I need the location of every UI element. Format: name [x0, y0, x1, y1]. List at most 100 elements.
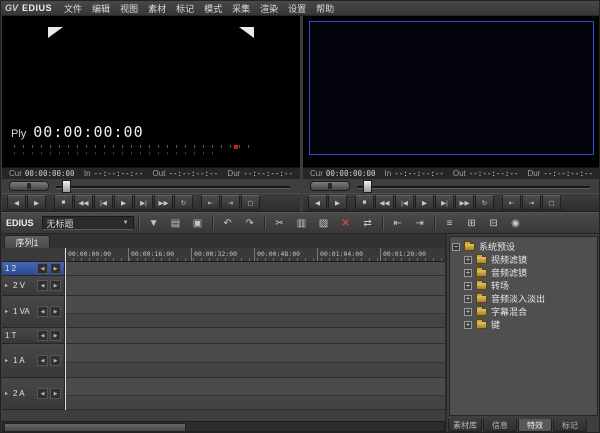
menu-clip[interactable]: 素材	[143, 2, 171, 15]
zoom-in-button[interactable]: ⊞	[462, 214, 482, 232]
tree-item-audio-fade[interactable]: + 音频淡入淡出	[452, 292, 595, 305]
tab-marker[interactable]: 标记	[553, 419, 587, 432]
track-header-selected[interactable]: 1 2 ◀ ▶	[2, 262, 65, 276]
loop-play-button[interactable]: ↻	[475, 195, 494, 210]
new-sequence-button[interactable]: ▤	[166, 214, 186, 232]
track-right-icon[interactable]: ▶	[50, 306, 61, 317]
capture-button[interactable]: ◉	[506, 214, 526, 232]
recorder-slider-handle[interactable]	[363, 180, 372, 193]
stop-button[interactable]: ■	[355, 195, 374, 210]
expand-icon[interactable]: +	[464, 269, 472, 277]
set-out-point-button[interactable]: ⇥	[410, 214, 430, 232]
track-header-1a[interactable]: ▸ 1 A ◀ ▶	[2, 344, 65, 378]
track-left-icon[interactable]: ◀	[37, 306, 48, 317]
copy-button[interactable]: ▥	[292, 214, 312, 232]
player-slider-handle[interactable]	[62, 180, 71, 193]
track-left-icon[interactable]: ◀	[37, 355, 48, 366]
track-left-icon[interactable]: ◀	[37, 263, 48, 274]
track-right-icon[interactable]: ▶	[50, 263, 61, 274]
track-expander-icon[interactable]: ▸	[5, 390, 11, 397]
expand-icon[interactable]: +	[464, 308, 472, 316]
tree-item-audio-filters[interactable]: + 音频滤镜	[452, 266, 595, 279]
timeline-track-lane[interactable]	[65, 276, 445, 296]
mode-select-button[interactable]: ≡	[440, 214, 460, 232]
scrollbar-thumb[interactable]	[4, 423, 186, 432]
recorder-shuttle-control[interactable]	[310, 181, 350, 191]
timeline-track-lane[interactable]	[65, 378, 445, 410]
tree-item-key[interactable]: + 键	[452, 318, 595, 331]
full-screen-button[interactable]: ▢	[542, 195, 561, 210]
paste-button[interactable]: ▨	[314, 214, 334, 232]
mark-in-button[interactable]: ◀	[7, 195, 26, 210]
collapse-icon[interactable]: −	[452, 243, 460, 251]
menu-help[interactable]: 帮助	[311, 2, 339, 15]
recorder-position-slider[interactable]	[357, 186, 590, 189]
track-left-icon[interactable]: ◀	[37, 280, 48, 291]
expand-icon[interactable]: +	[464, 256, 472, 264]
redo-button[interactable]: ↷	[240, 214, 260, 232]
loop-play-button[interactable]: ↻	[174, 195, 193, 210]
timeline-track-lane[interactable]	[65, 344, 445, 378]
player-shuttle-control[interactable]	[9, 181, 49, 191]
tab-info[interactable]: 信息	[483, 419, 517, 432]
mark-in-button[interactable]: ◀	[308, 195, 327, 210]
save-project-button[interactable]: ▣	[188, 214, 208, 232]
expand-icon[interactable]: +	[464, 295, 472, 303]
menu-edit[interactable]: 编辑	[87, 2, 115, 15]
frame-back-button[interactable]: |◀	[395, 195, 414, 210]
track-right-icon[interactable]: ▶	[50, 280, 61, 291]
goto-out-button[interactable]: ⇥	[522, 195, 541, 210]
track-expander-icon[interactable]: ▸	[5, 282, 11, 289]
timeline-track-lane[interactable]	[65, 328, 445, 344]
menu-mode[interactable]: 模式	[199, 2, 227, 15]
tree-item-transitions[interactable]: + 转场	[452, 279, 595, 292]
player-position-slider[interactable]	[56, 186, 290, 189]
goto-out-button[interactable]: ⇥	[221, 195, 240, 210]
full-screen-button[interactable]: ▢	[241, 195, 260, 210]
timeline-playhead[interactable]	[65, 248, 66, 410]
stop-button[interactable]: ■	[54, 195, 73, 210]
fast-forward-button[interactable]: ▶▶	[154, 195, 173, 210]
tab-effects[interactable]: 特效	[518, 419, 552, 432]
sequence-tab[interactable]: 序列1	[4, 235, 50, 249]
tab-bin[interactable]: 素材库	[448, 419, 482, 432]
expand-icon[interactable]: +	[464, 282, 472, 290]
undo-button[interactable]: ↶	[218, 214, 238, 232]
track-right-icon[interactable]: ▶	[50, 330, 61, 341]
play-button[interactable]: ▶	[415, 195, 434, 210]
tree-item-system-presets[interactable]: − 系统预设	[452, 240, 595, 253]
menu-capture[interactable]: 采集	[227, 2, 255, 15]
menu-file[interactable]: 文件	[59, 2, 87, 15]
menu-render[interactable]: 渲染	[255, 2, 283, 15]
track-header-2v[interactable]: ▸ 2 V ◀ ▶	[2, 276, 65, 296]
cut-button[interactable]: ✂	[270, 214, 290, 232]
track-right-icon[interactable]: ▶	[50, 355, 61, 366]
play-button[interactable]: ▶	[114, 195, 133, 210]
track-expander-icon[interactable]: ▸	[5, 308, 11, 315]
menu-view[interactable]: 视图	[115, 2, 143, 15]
ripple-delete-button[interactable]: ⇄	[358, 214, 378, 232]
add-to-timeline-button[interactable]: ▼	[144, 214, 164, 232]
frame-forward-button[interactable]: ▶|	[134, 195, 153, 210]
timeline-track-lane[interactable]	[65, 262, 445, 276]
frame-forward-button[interactable]: ▶|	[435, 195, 454, 210]
delete-button[interactable]: ✕	[336, 214, 356, 232]
fast-forward-button[interactable]: ▶▶	[455, 195, 474, 210]
track-expander-icon[interactable]: ▸	[5, 357, 11, 364]
expand-icon[interactable]: +	[464, 321, 472, 329]
track-header-1va[interactable]: ▸ 1 VA ◀ ▶	[2, 296, 65, 328]
rewind-button[interactable]: ◀◀	[74, 195, 93, 210]
mark-out-button[interactable]: ▶	[27, 195, 46, 210]
goto-in-button[interactable]: ⇤	[201, 195, 220, 210]
set-in-point-button[interactable]: ⇤	[388, 214, 408, 232]
menu-settings[interactable]: 设置	[283, 2, 311, 15]
project-dropdown[interactable]: 无标题 ▼	[42, 216, 134, 230]
goto-in-button[interactable]: ⇤	[502, 195, 521, 210]
track-left-icon[interactable]: ◀	[37, 330, 48, 341]
track-right-icon[interactable]: ▶	[50, 388, 61, 399]
timeline-h-scrollbar[interactable]	[2, 421, 445, 432]
mark-out-button[interactable]: ▶	[328, 195, 347, 210]
timeline-track-lane[interactable]	[65, 296, 445, 328]
track-header-1t[interactable]: 1 T ◀ ▶	[2, 328, 65, 344]
tree-item-video-filters[interactable]: + 视频滤镜	[452, 253, 595, 266]
